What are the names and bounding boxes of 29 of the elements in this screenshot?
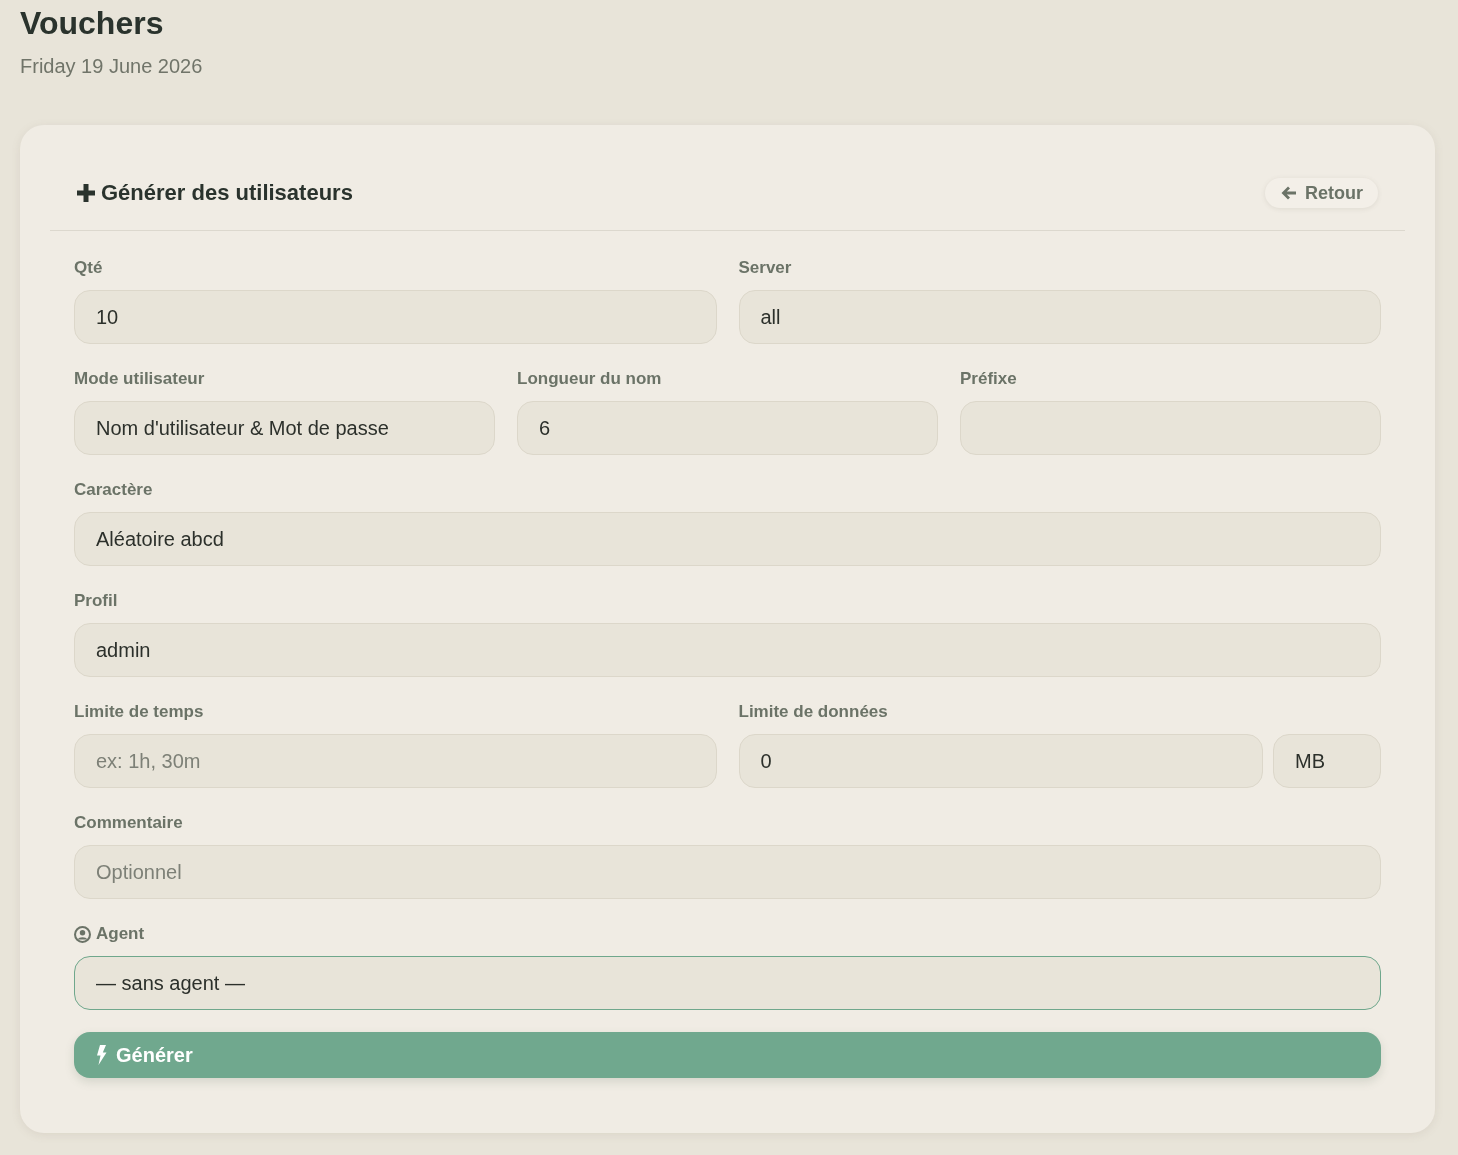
field-label: Qté — [74, 258, 103, 278]
input-field[interactable]: Aléatoire abcd — [74, 512, 1381, 566]
input-field[interactable]: 0 — [738, 734, 1263, 788]
input-field[interactable]: 10 — [74, 290, 717, 344]
field-label: Limite de temps — [74, 702, 204, 722]
input-field[interactable] — [960, 401, 1381, 455]
field-label: Agent — [96, 924, 145, 944]
field-label: Profil — [74, 591, 118, 611]
lightning-icon — [96, 1045, 107, 1065]
input-field[interactable]: — sans agent — — [74, 956, 1381, 1010]
field-label: Longueur du nom — [517, 369, 662, 389]
plus-icon — [77, 184, 95, 202]
page-title: Vouchers — [20, 4, 164, 42]
field-label: Server — [738, 258, 792, 278]
date-text: Friday 19 June 2026 — [20, 54, 203, 78]
unit-selector[interactable]: MB — [1273, 734, 1381, 788]
input-field[interactable]: Nom d'utilisateur & Mot de passe — [74, 401, 495, 455]
field-label: Préfixe — [960, 369, 1017, 389]
field-label: Commentaire — [74, 813, 183, 833]
input-field[interactable]: 6 — [517, 401, 938, 455]
user-circle-icon — [74, 925, 91, 943]
input-field[interactable]: all — [738, 290, 1381, 344]
back-button[interactable]: Retour — [1265, 178, 1378, 208]
arrow-left-icon — [1281, 186, 1296, 200]
field-label: Caractère — [74, 480, 153, 500]
input-field[interactable]: admin — [74, 623, 1381, 677]
card-title: Générer des utilisateurs — [101, 179, 353, 207]
field-label: Mode utilisateur — [74, 369, 205, 389]
field-label: Limite de données — [738, 702, 888, 722]
